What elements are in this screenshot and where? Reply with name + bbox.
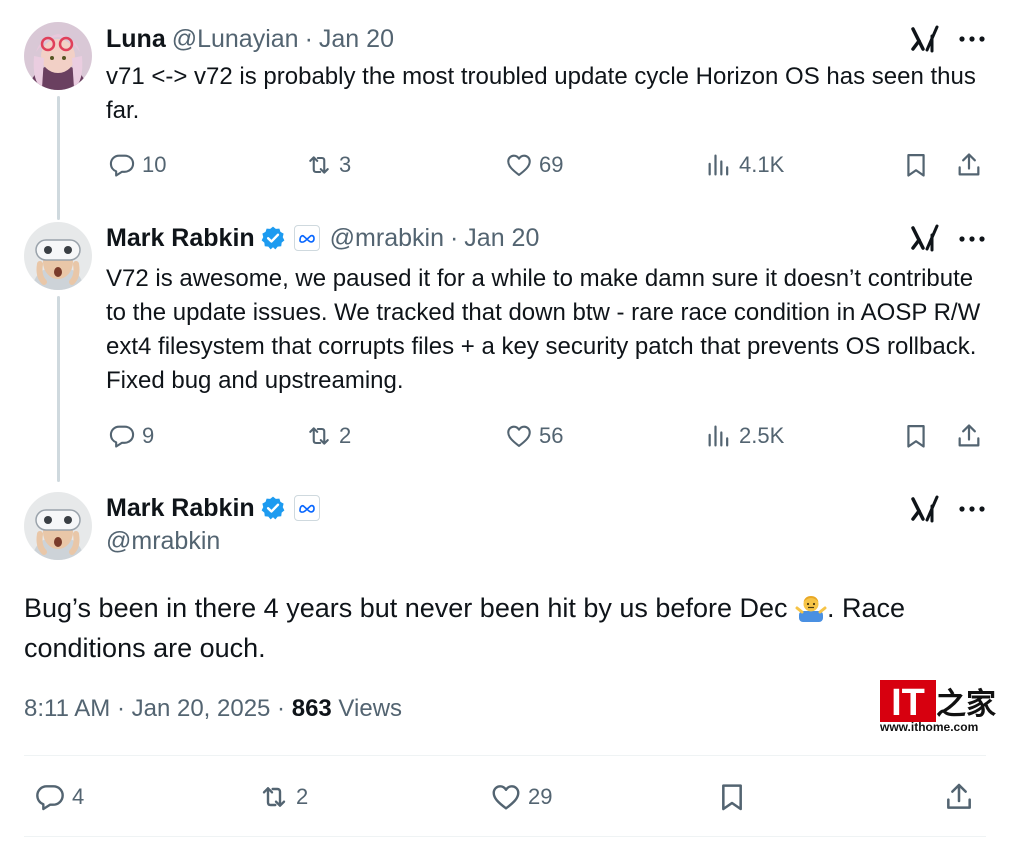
reply-icon <box>109 154 135 177</box>
verified-badge-icon <box>261 496 285 520</box>
heart-icon <box>507 425 531 447</box>
grok-icon[interactable] <box>910 223 940 253</box>
like-button[interactable]: 56 <box>505 422 563 450</box>
tweet-header: Luna @Lunayian · Jan 20 <box>106 24 394 54</box>
views-icon <box>708 425 729 447</box>
reply-icon <box>109 425 135 448</box>
bookmark-icon <box>907 424 925 448</box>
tweet-date[interactable]: Jan 20 <box>464 223 539 253</box>
tweet-header: Mark Rabkin @mrabkin · Jan 20 <box>106 223 539 253</box>
meta-logo-icon <box>298 234 315 243</box>
main-text-part: Bug’s been in there 4 years but never be… <box>24 593 795 623</box>
svg-text:之家: 之家 <box>936 687 996 722</box>
view-count: 4.1K <box>739 152 785 177</box>
reply-button[interactable]: 9 <box>108 422 154 450</box>
retweet-count: 2 <box>339 423 352 448</box>
affiliate-badge[interactable] <box>293 495 320 521</box>
author-name[interactable]: Mark Rabkin <box>106 494 255 523</box>
bookmark-button[interactable] <box>902 151 930 179</box>
meta-logo-icon <box>298 504 315 513</box>
views-icon <box>708 154 729 176</box>
views-button[interactable]: 2.5K <box>705 422 784 450</box>
grok-icon[interactable] <box>910 24 940 54</box>
bookmark-button[interactable] <box>716 781 748 813</box>
thread-line <box>57 96 60 220</box>
separator: · <box>304 25 313 53</box>
thread-line <box>57 296 60 482</box>
tweet-timestamp: 8:11 AM · Jan 20, 2025 · 863 Views <box>24 695 402 723</box>
author-name[interactable]: Mark Rabkin <box>106 223 255 253</box>
watermark-url: www.ithome.com <box>880 720 979 734</box>
like-count: 29 <box>528 784 553 809</box>
avatar-mark-rabkin[interactable] <box>24 492 92 560</box>
separator: · <box>449 224 459 252</box>
timestamp-time[interactable]: 8:11 AM · Jan 20, 2025 · <box>24 695 292 722</box>
like-button[interactable]: 29 <box>490 781 552 813</box>
retweet-button[interactable]: 2 <box>258 781 308 813</box>
verified-badge-icon <box>261 226 285 250</box>
author-handle[interactable]: @Lunayian <box>172 24 299 54</box>
more-options-icon[interactable] <box>958 34 986 44</box>
svg-text:IT: IT <box>891 682 925 724</box>
avatar-luna[interactable] <box>24 22 92 90</box>
share-button[interactable] <box>955 422 983 450</box>
retweet-button[interactable]: 3 <box>305 151 351 179</box>
affiliate-badge[interactable] <box>293 225 320 251</box>
share-icon <box>958 424 980 447</box>
author-name[interactable]: Luna <box>106 24 166 54</box>
author-handle[interactable]: @mrabkin <box>106 527 320 556</box>
more-options-icon[interactable] <box>958 234 986 244</box>
grok-icon[interactable] <box>910 494 940 524</box>
author-name-row: Mark Rabkin <box>106 492 320 524</box>
tweet-text: v71 <-> v72 is probably the most trouble… <box>106 63 976 124</box>
heart-icon <box>507 154 531 176</box>
retweet-count: 2 <box>296 784 309 809</box>
divider <box>24 836 986 837</box>
reply-count: 4 <box>72 784 85 809</box>
reply-count: 10 <box>142 152 167 177</box>
retweet-icon <box>262 787 286 807</box>
avatar-mark-rabkin[interactable] <box>24 222 92 290</box>
like-count: 69 <box>539 152 564 177</box>
like-button[interactable]: 69 <box>505 151 563 179</box>
bookmark-button[interactable] <box>902 422 930 450</box>
reply-icon <box>36 785 64 811</box>
share-button[interactable] <box>955 151 983 179</box>
reply-button[interactable]: 10 <box>108 151 166 179</box>
author-handle[interactable]: @mrabkin <box>330 223 444 253</box>
tweet-text: V72 is awesome, we paused it for a while… <box>106 265 981 394</box>
views-label: Views <box>331 695 403 722</box>
bookmark-icon <box>722 784 742 811</box>
more-options-icon[interactable] <box>958 504 986 514</box>
share-button[interactable] <box>943 781 975 813</box>
like-count: 56 <box>539 423 564 448</box>
reply-button[interactable]: 4 <box>34 781 84 813</box>
share-icon <box>958 153 980 176</box>
tweet-date[interactable]: Jan 20 <box>319 24 394 54</box>
retweet-icon <box>309 156 329 174</box>
share-icon <box>947 783 971 809</box>
retweet-icon <box>309 427 329 445</box>
view-count: 2.5K <box>739 423 785 448</box>
retweet-button[interactable]: 2 <box>305 422 351 450</box>
views-count: 863 <box>291 695 332 722</box>
main-tweet-text: Bug’s been in there 4 years but never be… <box>24 588 994 668</box>
bookmark-icon <box>907 153 925 177</box>
views-button[interactable]: 4.1K <box>705 151 784 179</box>
main-tweet-header: Mark Rabkin @mrabkin <box>106 492 320 556</box>
heart-icon <box>492 785 520 810</box>
reply-count: 9 <box>142 423 155 448</box>
retweet-count: 3 <box>339 152 352 177</box>
divider <box>24 755 986 756</box>
man-shrugging-emoji-icon <box>795 596 827 622</box>
